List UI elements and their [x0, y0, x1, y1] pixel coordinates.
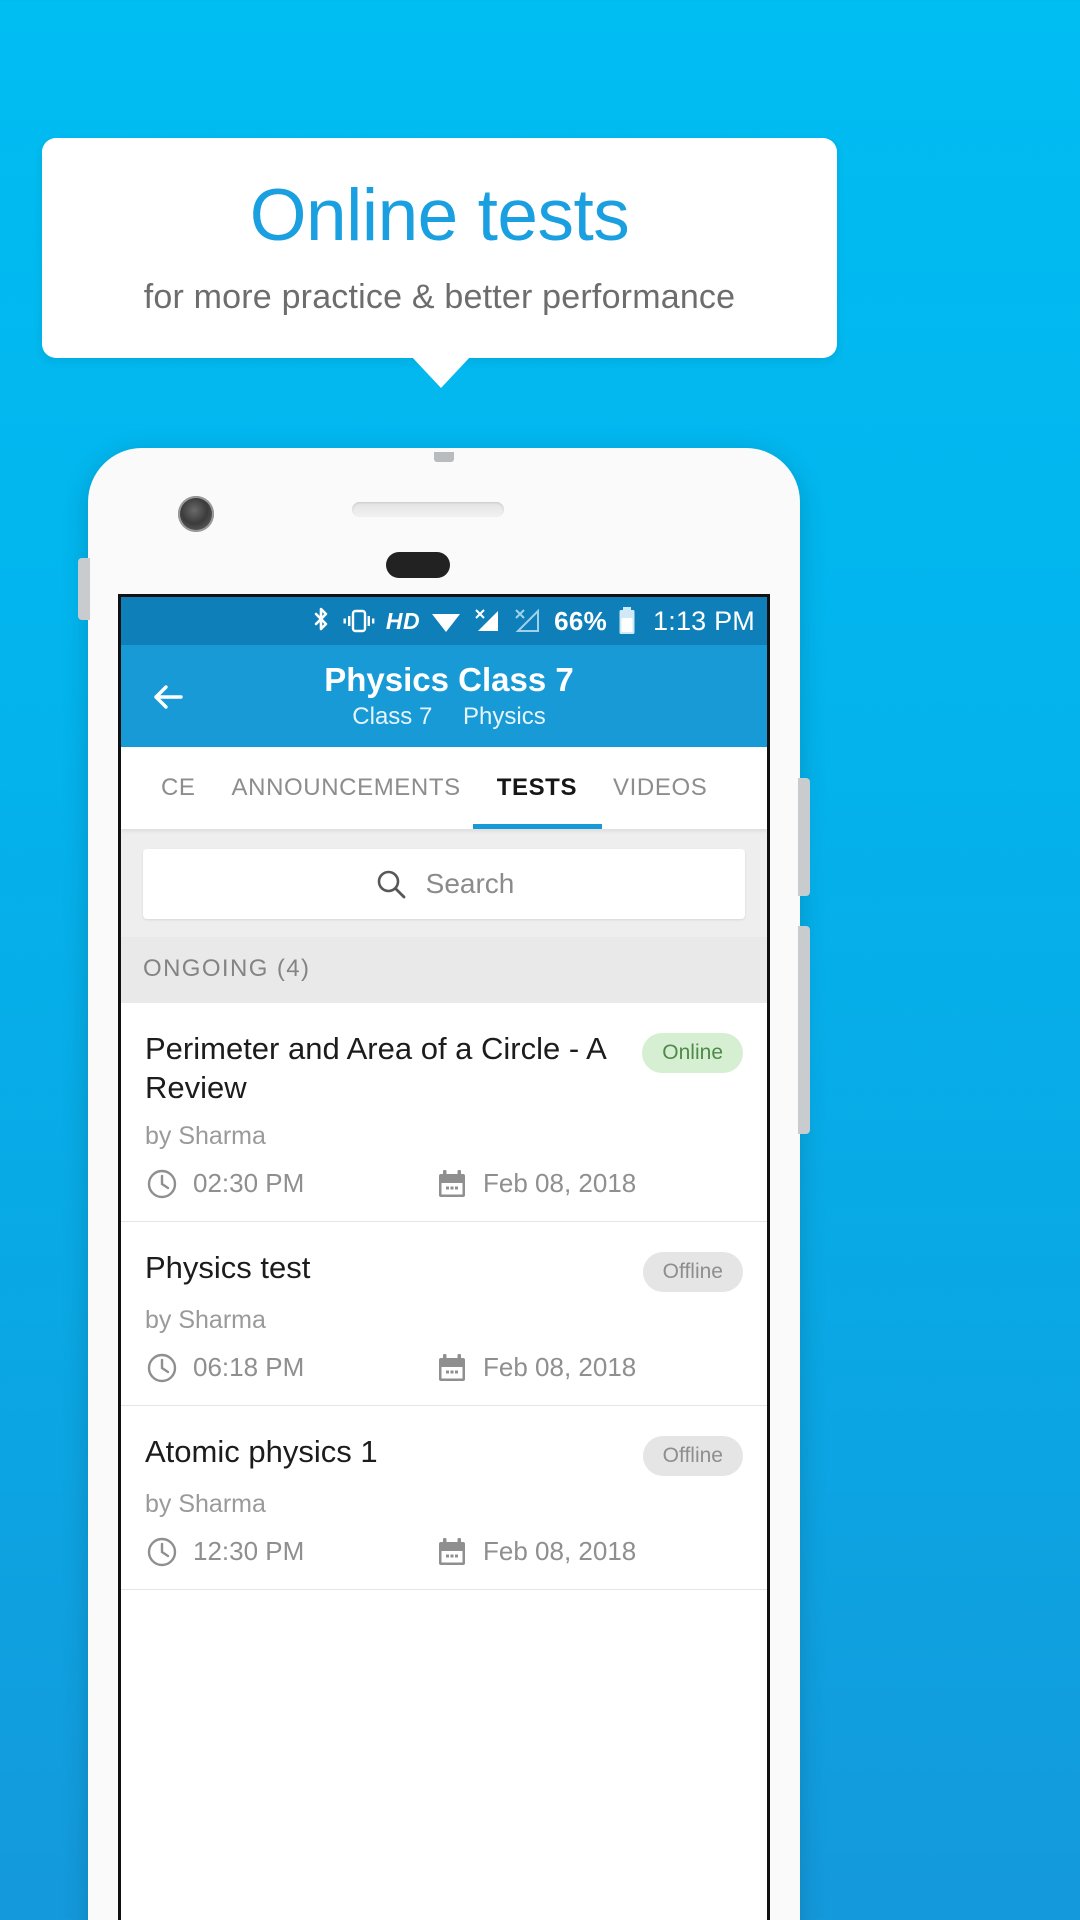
search-placeholder: Search: [425, 868, 515, 899]
test-card[interactable]: Physics test Offline by Sharma 06:18 PM: [121, 1221, 767, 1406]
breadcrumb-subject: Physics: [463, 702, 546, 730]
promo-headline: Online tests: [249, 175, 630, 256]
test-time-group: 06:18 PM: [145, 1351, 435, 1385]
test-date-group: Feb 08, 2018: [435, 1535, 636, 1569]
calendar-icon: [435, 1351, 469, 1385]
vibrate-icon: [342, 607, 376, 635]
battery-percent-label: 66%: [554, 605, 608, 636]
tab-bar: CE ANNOUNCEMENTS TESTS VIDEOS: [121, 747, 767, 829]
test-time: 06:18 PM: [193, 1352, 305, 1383]
earpiece-speaker: [352, 502, 504, 517]
signal-off-sim2-icon: [512, 608, 542, 634]
battery-icon: [617, 606, 637, 636]
test-title: Atomic physics 1: [145, 1433, 378, 1469]
test-time: 12:30 PM: [193, 1536, 305, 1567]
search-icon: [374, 867, 408, 901]
clock-icon: [145, 1167, 179, 1201]
test-time: 02:30 PM: [193, 1168, 305, 1199]
status-bar-clock: 1:13 PM: [653, 605, 755, 636]
test-time-group: 02:30 PM: [145, 1167, 435, 1201]
section-header-ongoing: ONGOING (4): [121, 937, 767, 1003]
test-time-group: 12:30 PM: [145, 1535, 435, 1569]
hd-icon: HD: [385, 607, 421, 634]
calendar-icon: [435, 1535, 469, 1569]
test-date-group: Feb 08, 2018: [435, 1167, 636, 1201]
app-bar: Physics Class 7 Class 7 Physics: [121, 645, 767, 747]
page-title: Physics Class 7: [324, 661, 574, 699]
test-title: Physics test: [145, 1249, 311, 1285]
calendar-icon: [435, 1167, 469, 1201]
tab-videos[interactable]: VIDEOS: [595, 747, 725, 829]
phone-left-button: [78, 558, 90, 620]
phone-power-button: [798, 926, 810, 1134]
test-date: Feb 08, 2018: [483, 1168, 637, 1199]
promo-callout-tail: [411, 356, 471, 388]
test-date-group: Feb 08, 2018: [435, 1351, 636, 1385]
breadcrumb-class: Class 7: [352, 702, 433, 730]
phone-screen: HD 66% 1:13 PM Physics Class 7 Class 7 P…: [118, 594, 770, 1920]
test-card-header: Atomic physics 1 Offline: [145, 1432, 743, 1476]
test-title: Perimeter and Area of a Circle - A Revie…: [145, 1031, 606, 1106]
test-card-header: Perimeter and Area of a Circle - A Revie…: [145, 1029, 743, 1108]
wifi-icon: [430, 608, 462, 634]
test-card[interactable]: Perimeter and Area of a Circle - A Revie…: [121, 1003, 767, 1222]
test-date: Feb 08, 2018: [483, 1352, 637, 1383]
test-date: Feb 08, 2018: [483, 1536, 637, 1567]
signal-off-sim1-icon: [472, 608, 502, 634]
phone-mockup: HD 66% 1:13 PM Physics Class 7 Class 7 P…: [78, 448, 810, 1920]
clock-icon: [145, 1535, 179, 1569]
search-input[interactable]: Search: [143, 849, 745, 919]
tab-announcements[interactable]: ANNOUNCEMENTS: [214, 747, 479, 829]
app-bar-titles: Physics Class 7 Class 7 Physics: [121, 661, 767, 731]
phone-antenna-notch: [434, 452, 454, 462]
test-meta: 02:30 PM Feb 08, 2018: [145, 1167, 743, 1201]
test-author: by Sharma: [145, 1305, 266, 1334]
search-container: Search: [121, 829, 767, 937]
tab-tests[interactable]: TESTS: [479, 747, 595, 829]
breadcrumb: Class 7 Physics: [131, 703, 767, 731]
tab-active-indicator: [473, 824, 602, 829]
promo-callout: Online tests for more practice & better …: [42, 138, 837, 358]
back-button[interactable]: [143, 671, 195, 723]
phone-volume-button: [798, 778, 810, 896]
test-card[interactable]: Atomic physics 1 Offline by Sharma 12:30…: [121, 1405, 767, 1590]
test-author: by Sharma: [145, 1489, 266, 1518]
tab-ce[interactable]: CE: [143, 747, 214, 829]
test-meta: 06:18 PM Feb 08, 2018: [145, 1351, 743, 1385]
clock-icon: [145, 1351, 179, 1385]
status-badge: Online: [642, 1033, 743, 1073]
test-author: by Sharma: [145, 1121, 266, 1150]
status-badge: Offline: [642, 1435, 743, 1476]
sensor-strip: [386, 552, 450, 578]
status-bar: HD 66% 1:13 PM: [121, 597, 767, 645]
promo-subheadline: for more practice & better performance: [143, 278, 736, 316]
bluetooth-icon: [310, 606, 332, 636]
status-badge: Offline: [642, 1251, 743, 1292]
front-camera-icon: [178, 496, 214, 532]
test-meta: 12:30 PM Feb 08, 2018: [145, 1535, 743, 1569]
test-card-header: Physics test Offline: [145, 1248, 743, 1292]
